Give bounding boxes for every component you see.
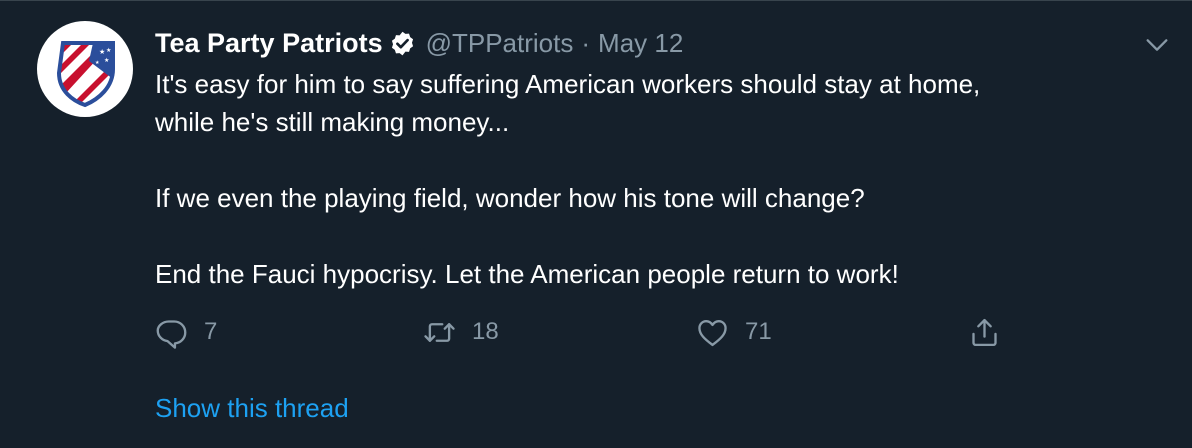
- user-handle[interactable]: @TPPatriots: [426, 28, 574, 59]
- reply-icon: [155, 316, 188, 349]
- tweet-text-line: while he's still making money...: [155, 107, 510, 137]
- reply-button[interactable]: 7: [155, 312, 217, 352]
- tweet-text-line: It's easy for him to say suffering Ameri…: [155, 69, 981, 99]
- retweet-icon: [423, 316, 456, 349]
- svg-text:★: ★: [104, 57, 109, 64]
- display-name[interactable]: Tea Party Patriots: [155, 28, 383, 59]
- share-button[interactable]: [968, 312, 1001, 352]
- svg-text:★: ★: [95, 60, 100, 66]
- chevron-down-icon[interactable]: [1143, 31, 1171, 59]
- like-button[interactable]: 71: [696, 312, 772, 352]
- separator-dot: ·: [581, 27, 591, 58]
- svg-text:★: ★: [99, 48, 105, 56]
- tweet-header: Tea Party Patriots @TPPatriots · May 12: [155, 25, 683, 61]
- tweet-date[interactable]: May 12: [598, 28, 683, 59]
- shield-flag-logo: ★ ★ ★ ★: [56, 41, 115, 108]
- reply-count: 7: [204, 318, 218, 345]
- avatar[interactable]: ★ ★ ★ ★: [37, 21, 133, 117]
- tweet-text: It's easy for him to say suffering Ameri…: [155, 65, 1165, 293]
- show-thread-link[interactable]: Show this thread: [155, 393, 349, 424]
- share-icon: [968, 316, 1001, 349]
- tweet-actions: 7 18 71: [155, 312, 1005, 352]
- retweet-button[interactable]: 18: [423, 312, 499, 352]
- svg-text:★: ★: [106, 47, 111, 54]
- tweet-card[interactable]: ★ ★ ★ ★ Tea Party Patriots @TPPatriots ·…: [0, 0, 1192, 448]
- tweet-text-line: If we even the playing field, wonder how…: [155, 183, 865, 213]
- like-count: 71: [745, 318, 772, 345]
- verified-badge-icon: [389, 30, 416, 57]
- heart-icon: [696, 316, 729, 349]
- retweet-count: 18: [472, 318, 499, 345]
- tweet-text-line: End the Fauci hypocrisy. Let the America…: [155, 259, 899, 289]
